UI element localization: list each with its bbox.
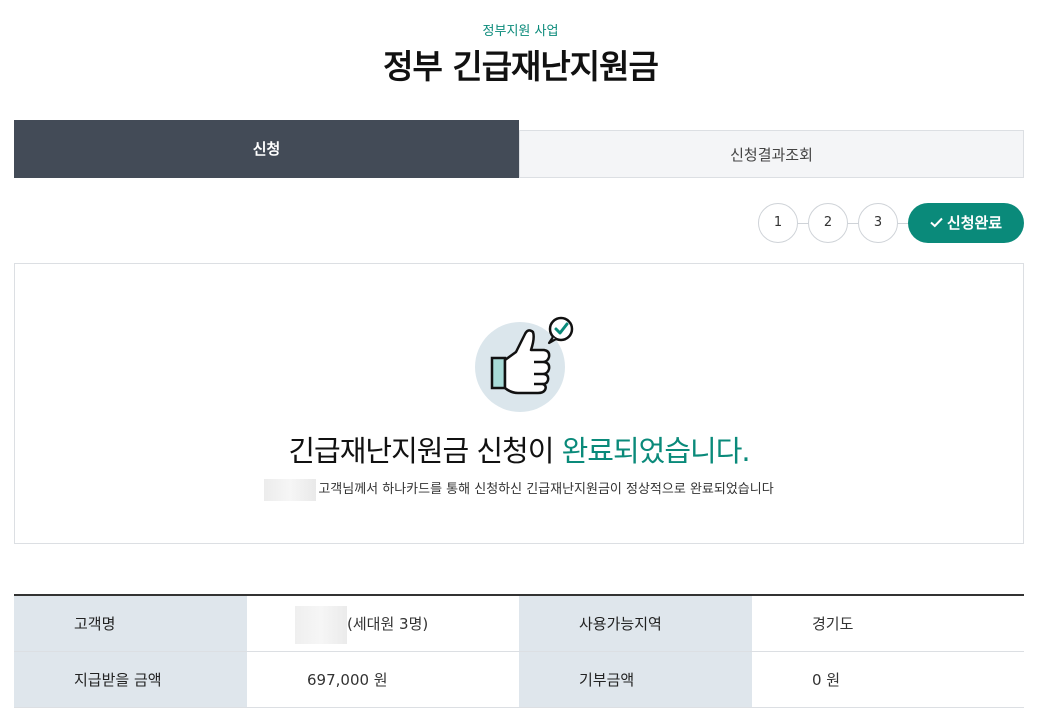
step-indicator: 1 2 3 신청완료 — [758, 203, 1024, 243]
table-row: 고객명 (세대원 3명) 사용가능지역 경기도 — [14, 596, 1024, 652]
page-subtitle: 정부지원 사업 — [482, 24, 559, 39]
redacted-name — [264, 478, 317, 501]
step-2: 2 — [808, 203, 848, 243]
result-panel: 긴급재난지원금 신청이 완료되었습니다. 고객님께서 하나카드를 통해 신청하신… — [14, 263, 1024, 544]
usable-region-label: 사용가능지역 — [519, 596, 752, 651]
step-3: 3 — [858, 203, 898, 243]
description-text: 고객님께서 하나카드를 통해 신청하신 긴급재난지원금이 정상적으로 완료되었습… — [318, 482, 774, 497]
table-row: 지급받을 금액 697,000 원 기부금액 0 원 — [14, 652, 1024, 708]
step-connector-line — [778, 223, 928, 224]
completion-description: 고객님께서 하나카드를 통해 신청하신 긴급재난지원금이 정상적으로 완료되었습… — [15, 478, 1023, 501]
step-complete-label: 신청완료 — [946, 214, 1003, 232]
headline-main: 긴급재난지원금 신청이 — [288, 434, 562, 468]
customer-name-label: 고객명 — [14, 596, 247, 651]
household-info: (세대원 3명) — [347, 615, 429, 633]
tab-result-inquiry[interactable]: 신청결과조회 — [519, 130, 1024, 178]
tab-bar: 신청 신청결과조회 — [14, 120, 1024, 178]
completion-headline: 긴급재난지원금 신청이 완료되었습니다. — [15, 428, 1023, 470]
step-complete-badge: 신청완료 — [908, 203, 1024, 243]
donation-amount-label: 기부금액 — [519, 652, 752, 707]
tab-apply[interactable]: 신청 — [14, 120, 519, 178]
payment-amount-value: 697,000 원 — [307, 671, 388, 689]
step-1: 1 — [758, 203, 798, 243]
customer-name-value: (세대원 3명) — [247, 596, 519, 651]
usable-region-value: 경기도 — [812, 615, 854, 633]
thumbs-up-icon — [470, 312, 580, 412]
checkmark-icon — [930, 203, 943, 243]
redacted-customer-name — [295, 605, 347, 644]
page-title: 정부 긴급재난지원금 — [383, 47, 659, 86]
headline-accent: 완료되었습니다. — [561, 434, 751, 468]
donation-amount-value: 0 원 — [812, 671, 841, 689]
payment-amount-label: 지급받을 금액 — [14, 652, 247, 707]
info-table: 고객명 (세대원 3명) 사용가능지역 경기도 지급받을 금액 697,000 … — [14, 594, 1024, 708]
